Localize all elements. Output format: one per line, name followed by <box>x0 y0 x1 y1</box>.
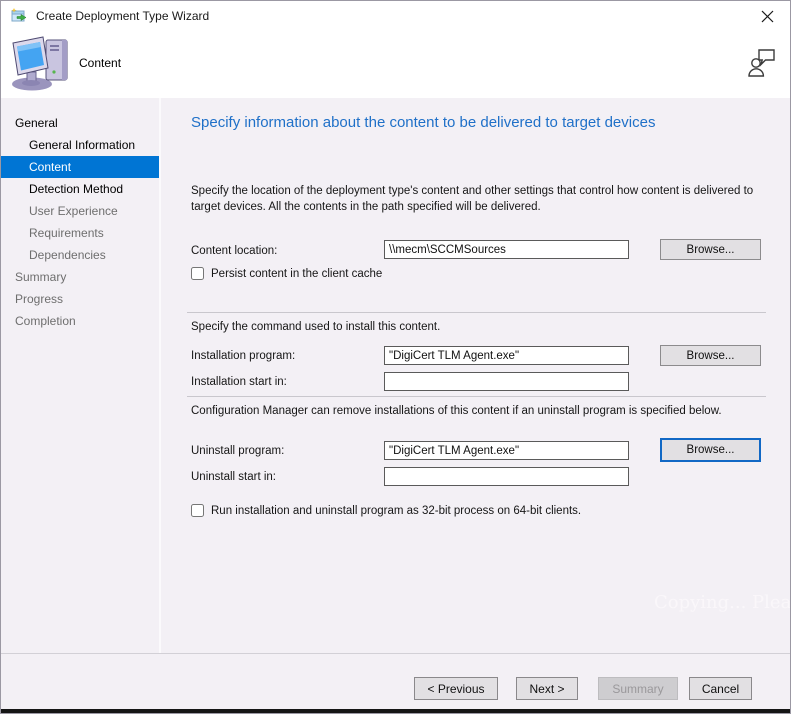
wizard-body: General General Information Content Dete… <box>1 98 790 653</box>
content-page-form: Specify information about the content to… <box>161 98 790 653</box>
uninstall-note: Configuration Manager can remove install… <box>191 405 722 417</box>
feedback-person-icon <box>748 49 775 77</box>
uninstall-start-in-input[interactable] <box>384 467 629 486</box>
wizard-icon <box>11 8 27 24</box>
sidebar-item-general-information[interactable]: General Information <box>1 134 159 156</box>
run-32bit-checkbox[interactable] <box>191 504 204 517</box>
feedback-button[interactable] <box>748 48 775 77</box>
close-icon <box>761 10 773 22</box>
wizard-footer: < Previous Next > Summary Cancel <box>1 653 790 709</box>
intro-text: Specify the location of the deployment t… <box>191 185 754 213</box>
uninstall-program-browse-button[interactable]: Browse... <box>660 438 761 462</box>
uninstall-program-input[interactable] <box>384 441 629 460</box>
run-32bit-label: Run installation and uninstall program a… <box>211 504 582 517</box>
page-title: Content <box>79 56 122 70</box>
computer-icon <box>10 34 70 97</box>
installation-program-input[interactable] <box>384 346 629 365</box>
run-32bit-row: Run installation and uninstall program a… <box>191 504 581 517</box>
sidebar-item-requirements[interactable]: Requirements <box>1 222 159 244</box>
sidebar-item-dependencies[interactable]: Dependencies <box>1 244 159 266</box>
sidebar-item-progress[interactable]: Progress <box>1 288 159 310</box>
uninstall-program-label: Uninstall program: <box>191 445 285 457</box>
wizard-page-header: Content <box>1 31 790 98</box>
titlebar: Create Deployment Type Wizard <box>1 1 790 31</box>
summary-button: Summary <box>598 677 678 700</box>
cancel-button[interactable]: Cancel <box>689 677 752 700</box>
install-command-note: Specify the command used to install this… <box>191 321 441 333</box>
next-button[interactable]: Next > <box>516 677 578 700</box>
content-location-browse-button[interactable]: Browse... <box>660 239 761 260</box>
installation-program-label: Installation program: <box>191 350 296 362</box>
installation-start-in-input[interactable] <box>384 372 629 391</box>
content-location-input[interactable] <box>384 240 629 259</box>
close-button[interactable] <box>744 1 790 31</box>
persist-content-label: Persist content in the client cache <box>211 267 383 280</box>
wizard-steps-sidebar: General General Information Content Dete… <box>1 98 161 653</box>
sidebar-item-general[interactable]: General <box>1 112 159 134</box>
persist-content-checkbox[interactable] <box>191 267 204 280</box>
previous-button[interactable]: < Previous <box>414 677 498 700</box>
sidebar-item-content[interactable]: Content <box>1 156 159 178</box>
sidebar-item-summary[interactable]: Summary <box>1 266 159 288</box>
taskbar-strip <box>1 709 790 713</box>
installation-program-browse-button[interactable]: Browse... <box>660 345 761 366</box>
section-divider-1 <box>187 312 766 313</box>
installation-start-in-label: Installation start in: <box>191 376 287 388</box>
section-divider-2 <box>187 396 766 397</box>
sidebar-item-completion[interactable]: Completion <box>1 310 159 332</box>
sidebar-item-user-experience[interactable]: User Experience <box>1 200 159 222</box>
sidebar-item-detection-method[interactable]: Detection Method <box>1 178 159 200</box>
persist-content-row: Persist content in the client cache <box>191 267 382 280</box>
create-deployment-type-wizard-window: Create Deployment Type Wizard Content Ge… <box>0 0 791 714</box>
uninstall-start-in-label: Uninstall start in: <box>191 471 277 483</box>
window-title: Create Deployment Type Wizard <box>36 9 210 23</box>
page-heading: Specify information about the content to… <box>191 114 656 131</box>
content-location-label: Content location: <box>191 245 278 257</box>
